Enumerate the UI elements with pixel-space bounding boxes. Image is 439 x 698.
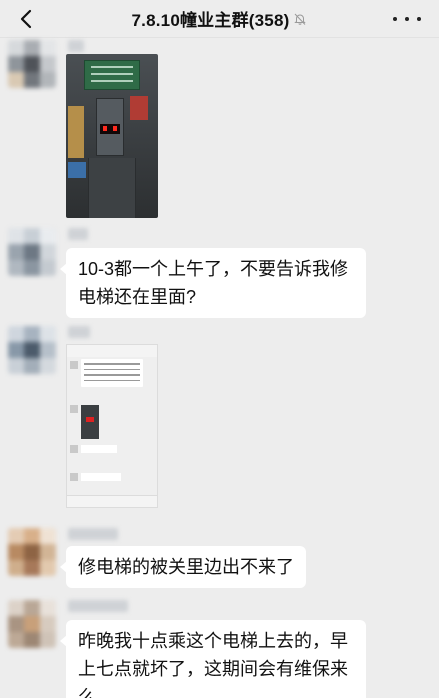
- screenshot-photo: [81, 405, 99, 439]
- elevator-door: [88, 158, 136, 218]
- floor-display: [100, 124, 120, 134]
- message-item: [0, 322, 439, 522]
- text-bubble[interactable]: 10-3都一个上午了，不要告诉我修 电梯还在里面?: [60, 248, 366, 318]
- sender-name: [68, 228, 88, 240]
- wall-poster: [68, 106, 84, 158]
- message-text: 上七点就坏了，这期间会有维保来: [78, 659, 348, 679]
- text-bubble[interactable]: 修电梯的被关里边出不来了: [60, 546, 306, 588]
- ellipsis-icon: [393, 17, 397, 21]
- avatar[interactable]: [8, 228, 56, 276]
- elevator-photo[interactable]: [66, 54, 158, 218]
- screenshot-avatar: [70, 473, 78, 481]
- chat-header: 7.8.10幢业主群(358): [0, 0, 439, 38]
- message-item: 修电梯的被关里边出不来了: [0, 524, 439, 594]
- message-list[interactable]: 10-3都一个上午了，不要告诉我修 电梯还在里面? 修电梯的被关里边出不来了 昨…: [0, 38, 439, 698]
- message-item: [0, 38, 439, 228]
- bell-off-icon: [294, 13, 307, 25]
- screenshot-avatar: [70, 445, 78, 453]
- ellipsis-icon: [405, 17, 409, 21]
- green-sign: [84, 60, 140, 90]
- message-item: 10-3都一个上午了，不要告诉我修 电梯还在里面?: [0, 224, 439, 320]
- back-button[interactable]: [14, 7, 38, 31]
- screenshot-bubble: [81, 473, 121, 481]
- screenshot-input-bar: [67, 495, 157, 507]
- screenshot-text: [81, 359, 143, 387]
- sender-name: [68, 600, 128, 612]
- sender-name: [68, 528, 118, 540]
- more-button[interactable]: [393, 9, 421, 29]
- screenshot-bubble: [81, 445, 117, 453]
- warning-sign: [130, 96, 148, 120]
- avatar[interactable]: [8, 600, 56, 648]
- ellipsis-icon: [417, 17, 421, 21]
- message-text: 修电梯的被关里边出不来了: [78, 557, 294, 577]
- message-text: 昨晚我十点乘这个电梯上去的，早: [78, 631, 348, 651]
- title-group: 7.8.10幢业主群(358): [132, 6, 308, 31]
- message-text: 么: [78, 687, 96, 698]
- avatar[interactable]: [8, 326, 56, 374]
- sender-name: [68, 40, 84, 52]
- chevron-left-icon: [20, 9, 32, 29]
- sender-name: [68, 326, 90, 338]
- screenshot-avatar: [70, 405, 78, 413]
- text-bubble[interactable]: 昨晚我十点乘这个电梯上去的，早 上七点就坏了，这期间会有维保来 么: [60, 620, 366, 698]
- screenshot-header: [67, 345, 157, 357]
- group-title: 7.8.10幢业主群(358): [131, 11, 290, 30]
- chat-screenshot[interactable]: [66, 344, 158, 508]
- message-text: 电梯还在里面?: [78, 287, 197, 307]
- message-text: 10-3都一个上午了，不要告诉我修: [78, 259, 349, 279]
- message-item: 昨晚我十点乘这个电梯上去的，早 上七点就坏了，这期间会有维保来 么: [0, 596, 439, 698]
- screenshot-avatar: [70, 361, 78, 369]
- blue-sign: [68, 162, 86, 178]
- avatar[interactable]: [8, 40, 56, 88]
- avatar[interactable]: [8, 528, 56, 576]
